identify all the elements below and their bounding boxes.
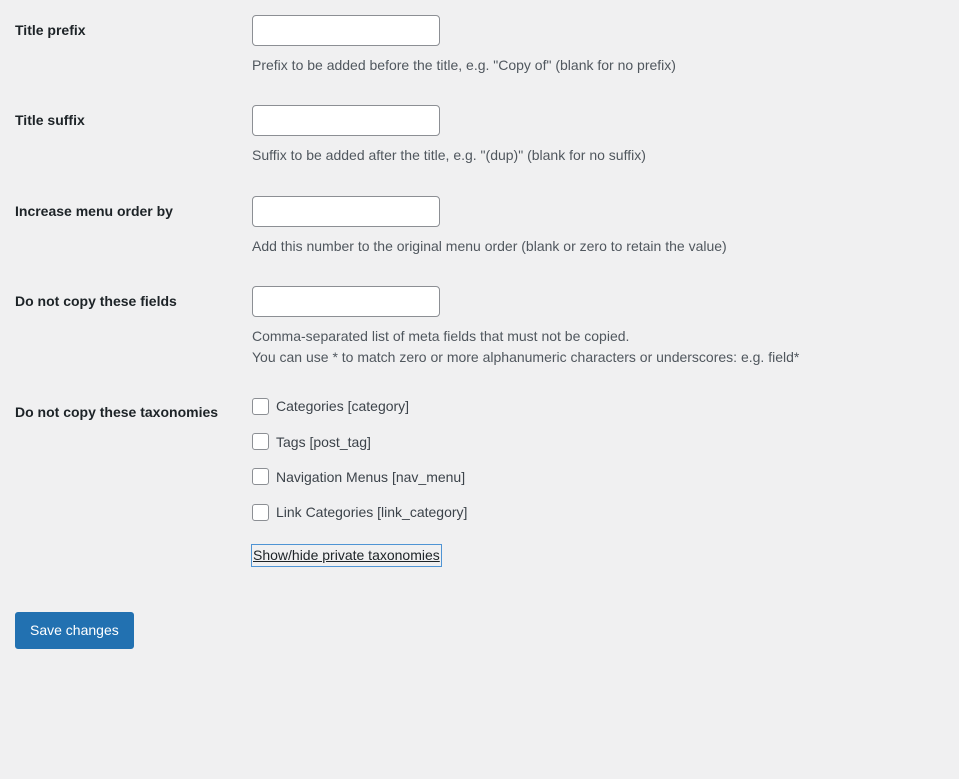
description-do-not-copy-fields-line2: You can use * to match zero or more alph… bbox=[252, 349, 800, 366]
checkbox-row-link-category[interactable]: Link Categories [link_category] bbox=[252, 503, 949, 521]
description-title-prefix: Prefix to be added before the title, e.g… bbox=[252, 57, 676, 73]
save-changes-button[interactable]: Save changes bbox=[15, 612, 134, 650]
taxonomy-checkbox-list: Categories [category] Tags [post_tag] Na… bbox=[252, 397, 949, 521]
form-row-menu-order: Increase menu order by Add this number t… bbox=[0, 181, 959, 271]
checkbox-label-post-tag: Tags [post_tag] bbox=[276, 433, 371, 450]
checkbox-row-post-tag[interactable]: Tags [post_tag] bbox=[252, 433, 949, 451]
title-prefix-input[interactable] bbox=[252, 15, 440, 46]
checkbox-label-nav-menu: Navigation Menus [nav_menu] bbox=[276, 468, 466, 485]
form-row-title-suffix: Title suffix Suffix to be added after th… bbox=[0, 90, 959, 180]
checkbox-post-tag[interactable] bbox=[252, 433, 269, 451]
description-increase-menu-order: Add this number to the original menu ord… bbox=[252, 237, 727, 254]
title-suffix-input[interactable] bbox=[252, 105, 440, 137]
label-do-not-copy-fields: Do not copy these fields bbox=[15, 292, 177, 309]
field-title-prefix: Prefix to be added before the title, e.g… bbox=[242, 0, 959, 90]
label-do-not-copy-taxonomies: Do not copy these taxonomies bbox=[15, 404, 219, 421]
do-not-copy-fields-input[interactable] bbox=[252, 285, 440, 317]
field-do-not-copy-taxonomies: Categories [category] Tags [post_tag] Na… bbox=[242, 382, 959, 581]
settings-form-body: Title prefix Prefix to be added before t… bbox=[0, 0, 959, 581]
field-title-suffix: Suffix to be added after the title, e.g.… bbox=[242, 90, 959, 180]
checkbox-label-category: Categories [category] bbox=[276, 398, 410, 415]
label-title-prefix: Title prefix bbox=[15, 22, 86, 38]
checkbox-row-nav-menu[interactable]: Navigation Menus [nav_menu] bbox=[252, 468, 949, 486]
toggle-private-taxonomies-wrap: Show/hide private taxonomies bbox=[251, 544, 949, 568]
form-row-excluded-fields: Do not copy these fields Comma-separated… bbox=[0, 271, 959, 383]
field-increase-menu-order: Add this number to the original menu ord… bbox=[242, 181, 959, 271]
increase-menu-order-input[interactable] bbox=[252, 195, 440, 227]
checkbox-category[interactable] bbox=[252, 398, 269, 416]
show-hide-private-taxonomies-link[interactable]: Show/hide private taxonomies bbox=[251, 544, 442, 568]
form-row-excluded-taxonomies: Do not copy these taxonomies Categories … bbox=[0, 382, 959, 581]
description-title-suffix: Suffix to be added after the title, e.g.… bbox=[252, 147, 646, 164]
checkbox-label-link-category: Link Categories [link_category] bbox=[276, 504, 468, 521]
checkbox-row-category[interactable]: Categories [category] bbox=[252, 397, 949, 416]
settings-form-table: Title prefix Prefix to be added before t… bbox=[0, 0, 959, 581]
description-do-not-copy-fields-line1: Comma-separated list of meta fields that… bbox=[252, 327, 630, 344]
label-increase-menu-order: Increase menu order by bbox=[15, 202, 173, 219]
field-do-not-copy-fields: Comma-separated list of meta fields that… bbox=[242, 271, 959, 383]
label-title-suffix: Title suffix bbox=[15, 112, 85, 129]
checkbox-link-category[interactable] bbox=[252, 503, 269, 521]
checkbox-nav-menu[interactable] bbox=[252, 468, 269, 486]
form-row-title-prefix: Title prefix Prefix to be added before t… bbox=[0, 0, 959, 90]
submit-section: Save changes bbox=[0, 612, 959, 650]
